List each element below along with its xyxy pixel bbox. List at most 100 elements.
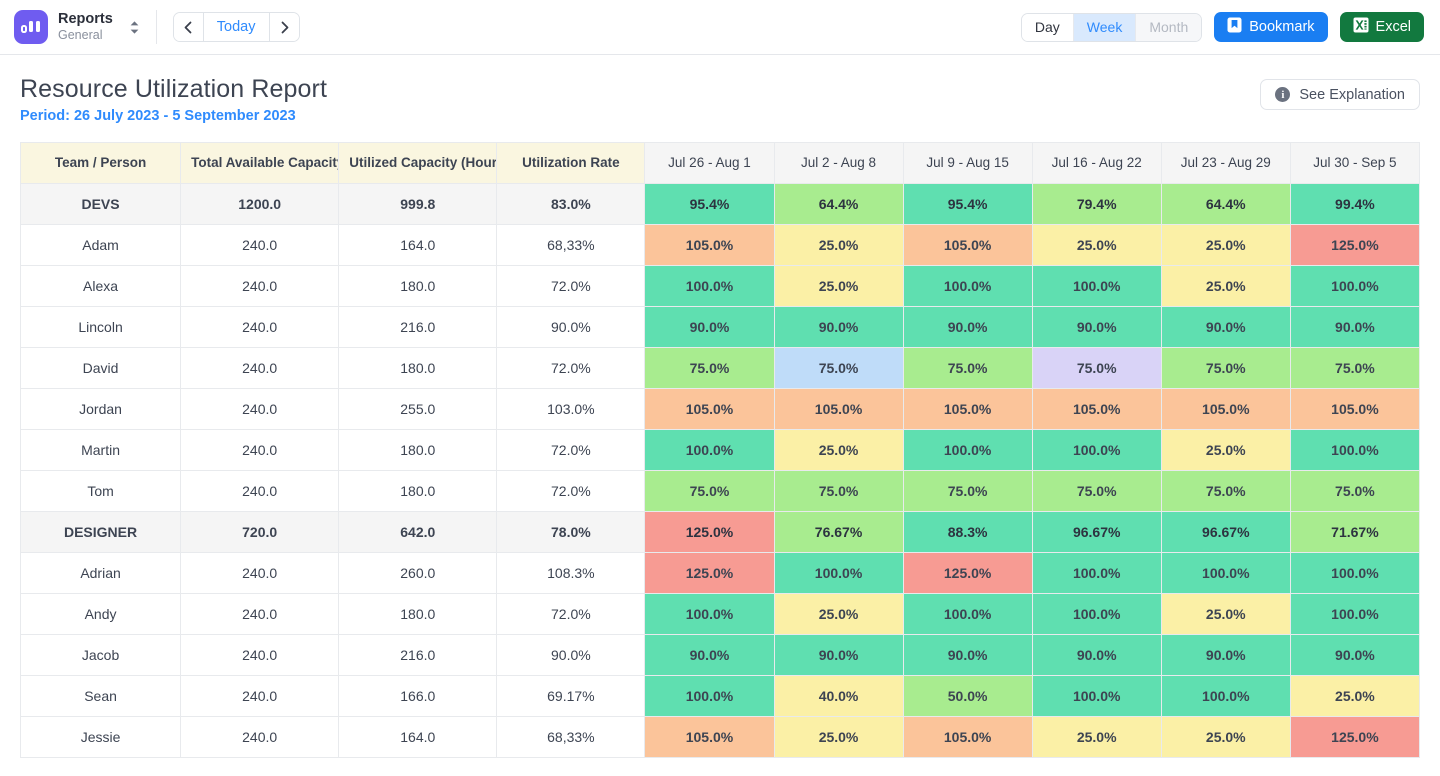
cell-week-6[interactable]: 75.0% [1290,348,1419,389]
cell-week-5[interactable]: 25.0% [1161,430,1290,471]
cell-week-1[interactable]: 100.0% [645,676,774,717]
cell-week-6[interactable]: 125.0% [1290,717,1419,758]
cell-week-1[interactable]: 105.0% [645,717,774,758]
table-row[interactable]: Jacob240.0216.090.0%90.0%90.0%90.0%90.0%… [21,635,1420,676]
cell-week-2[interactable]: 25.0% [774,594,903,635]
cell-week-1[interactable]: 90.0% [645,635,774,676]
table-row[interactable]: Lincoln240.0216.090.0%90.0%90.0%90.0%90.… [21,307,1420,348]
cell-week-5[interactable]: 90.0% [1161,635,1290,676]
cell-week-2[interactable]: 90.0% [774,635,903,676]
see-explanation-button[interactable]: i See Explanation [1260,79,1420,110]
cell-week-6[interactable]: 71.67% [1290,512,1419,553]
cell-week-6[interactable]: 100.0% [1290,553,1419,594]
cell-week-2[interactable]: 75.0% [774,471,903,512]
cell-week-5[interactable]: 25.0% [1161,717,1290,758]
table-row[interactable]: Jordan240.0255.0103.0%105.0%105.0%105.0%… [21,389,1420,430]
cell-week-2[interactable]: 25.0% [774,430,903,471]
cell-week-1[interactable]: 75.0% [645,348,774,389]
cell-week-4[interactable]: 90.0% [1032,635,1161,676]
cell-week-3[interactable]: 90.0% [903,635,1032,676]
cell-week-3[interactable]: 105.0% [903,389,1032,430]
cell-week-1[interactable]: 125.0% [645,512,774,553]
cell-week-5[interactable]: 90.0% [1161,307,1290,348]
cell-week-4[interactable]: 90.0% [1032,307,1161,348]
cell-week-4[interactable]: 79.4% [1032,184,1161,225]
cell-week-6[interactable]: 99.4% [1290,184,1419,225]
cell-week-3[interactable]: 100.0% [903,266,1032,307]
cell-week-5[interactable]: 25.0% [1161,594,1290,635]
cell-week-6[interactable]: 75.0% [1290,471,1419,512]
cell-week-6[interactable]: 100.0% [1290,266,1419,307]
cell-week-4[interactable]: 100.0% [1032,430,1161,471]
cell-week-3[interactable]: 105.0% [903,717,1032,758]
cell-week-4[interactable]: 100.0% [1032,553,1161,594]
cell-week-2[interactable]: 75.0% [774,348,903,389]
table-row[interactable]: Adrian240.0260.0108.3%125.0%100.0%125.0%… [21,553,1420,594]
cell-week-1[interactable]: 100.0% [645,266,774,307]
cell-week-2[interactable]: 25.0% [774,225,903,266]
cell-week-1[interactable]: 100.0% [645,594,774,635]
cell-week-4[interactable]: 75.0% [1032,471,1161,512]
table-group-row[interactable]: DEVS1200.0999.883.0%95.4%64.4%95.4%79.4%… [21,184,1420,225]
column-header-week-5[interactable]: Jul 23 - Aug 29 [1161,143,1290,184]
cell-week-6[interactable]: 100.0% [1290,594,1419,635]
today-button[interactable]: Today [203,13,270,41]
column-header-week-3[interactable]: Jul 9 - Aug 15 [903,143,1032,184]
table-row[interactable]: Andy240.0180.072.0%100.0%25.0%100.0%100.… [21,594,1420,635]
cell-week-5[interactable]: 100.0% [1161,676,1290,717]
table-row[interactable]: Adam240.0164.068,33%105.0%25.0%105.0%25.… [21,225,1420,266]
cell-week-5[interactable]: 96.67% [1161,512,1290,553]
column-header-utilization-rate[interactable]: Utilization Rate [497,143,645,184]
cell-week-3[interactable]: 75.0% [903,471,1032,512]
cell-week-2[interactable]: 64.4% [774,184,903,225]
cell-week-1[interactable]: 90.0% [645,307,774,348]
cell-week-2[interactable]: 40.0% [774,676,903,717]
cell-week-1[interactable]: 95.4% [645,184,774,225]
cell-week-1[interactable]: 105.0% [645,225,774,266]
cell-week-4[interactable]: 105.0% [1032,389,1161,430]
cell-week-3[interactable]: 90.0% [903,307,1032,348]
cell-week-5[interactable]: 100.0% [1161,553,1290,594]
table-row[interactable]: Martin240.0180.072.0%100.0%25.0%100.0%10… [21,430,1420,471]
cell-week-6[interactable]: 90.0% [1290,307,1419,348]
cell-week-3[interactable]: 88.3% [903,512,1032,553]
cell-week-3[interactable]: 75.0% [903,348,1032,389]
cell-week-3[interactable]: 100.0% [903,594,1032,635]
cell-week-6[interactable]: 90.0% [1290,635,1419,676]
column-header-team-person[interactable]: Team / Person [21,143,181,184]
cell-week-5[interactable]: 64.4% [1161,184,1290,225]
cell-week-6[interactable]: 125.0% [1290,225,1419,266]
table-row[interactable]: Jessie240.0164.068,33%105.0%25.0%105.0%2… [21,717,1420,758]
cell-week-3[interactable]: 125.0% [903,553,1032,594]
cell-week-1[interactable]: 105.0% [645,389,774,430]
cell-week-5[interactable]: 25.0% [1161,225,1290,266]
table-group-row[interactable]: DESIGNER720.0642.078.0%125.0%76.67%88.3%… [21,512,1420,553]
prev-period-button[interactable] [174,13,203,41]
table-row[interactable]: Sean240.0166.069.17%100.0%40.0%50.0%100.… [21,676,1420,717]
cell-week-3[interactable]: 50.0% [903,676,1032,717]
excel-button[interactable]: Excel [1340,12,1424,42]
range-toggle-week[interactable]: Week [1073,14,1136,41]
cell-week-4[interactable]: 25.0% [1032,717,1161,758]
column-header-week-1[interactable]: Jul 26 - Aug 1 [645,143,774,184]
cell-week-2[interactable]: 76.67% [774,512,903,553]
cell-week-1[interactable]: 100.0% [645,430,774,471]
column-header-utilized-capacity[interactable]: Utilized Capacity (Hours) [339,143,497,184]
table-row[interactable]: David240.0180.072.0%75.0%75.0%75.0%75.0%… [21,348,1420,389]
cell-week-3[interactable]: 95.4% [903,184,1032,225]
cell-week-3[interactable]: 100.0% [903,430,1032,471]
cell-week-2[interactable]: 105.0% [774,389,903,430]
cell-week-2[interactable]: 100.0% [774,553,903,594]
range-toggle-day[interactable]: Day [1022,14,1073,41]
cell-week-2[interactable]: 25.0% [774,717,903,758]
cell-week-2[interactable]: 25.0% [774,266,903,307]
cell-week-4[interactable]: 100.0% [1032,594,1161,635]
chevron-updown-icon[interactable] [129,20,140,35]
cell-week-1[interactable]: 125.0% [645,553,774,594]
table-row[interactable]: Alexa240.0180.072.0%100.0%25.0%100.0%100… [21,266,1420,307]
cell-week-4[interactable]: 100.0% [1032,676,1161,717]
bookmark-button[interactable]: Bookmark [1214,12,1327,42]
cell-week-6[interactable]: 25.0% [1290,676,1419,717]
cell-week-4[interactable]: 96.67% [1032,512,1161,553]
column-header-week-2[interactable]: Jul 2 - Aug 8 [774,143,903,184]
